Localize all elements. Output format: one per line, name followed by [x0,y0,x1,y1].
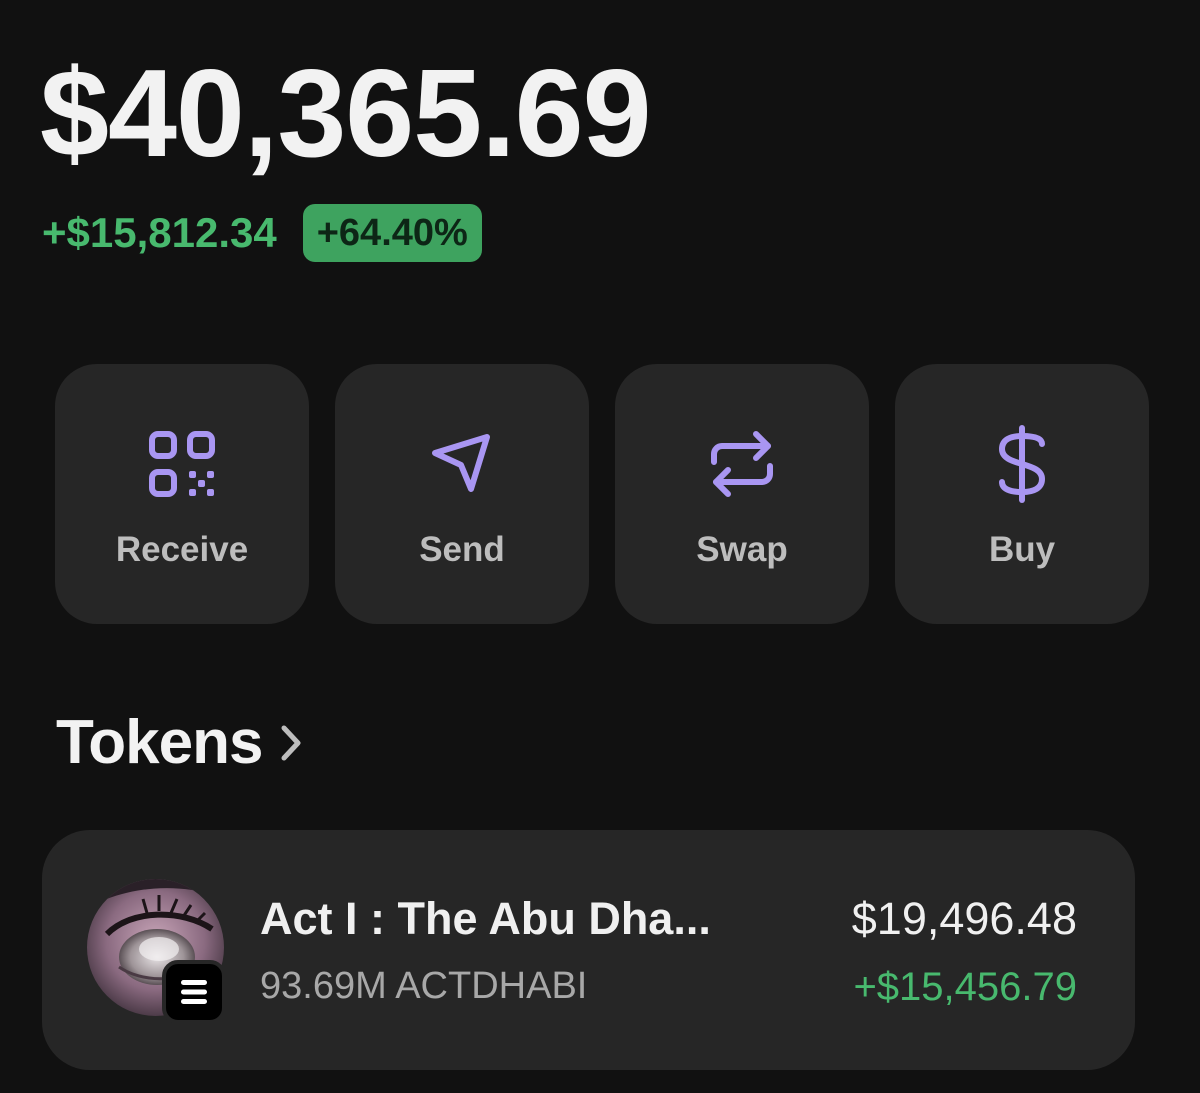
token-amount: 93.69M ACTDHABI [260,965,588,1007]
swap-arrows-icon [702,424,782,504]
send-arrow-icon [422,424,502,504]
token-row[interactable]: Act I : The Abu Dha... 93.69M ACTDHABI $… [42,830,1135,1070]
solana-icon [162,960,226,1024]
chevron-right-icon [280,724,302,762]
action-buttons: Receive Send Swap Buy [55,364,1149,624]
send-button[interactable]: Send [335,364,589,624]
swap-label: Swap [696,530,788,569]
qr-code-icon [142,424,222,504]
buy-button[interactable]: Buy [895,364,1149,624]
portfolio-change-percent-badge: +64.40% [302,204,482,262]
tokens-section-title: Tokens [56,708,263,777]
receive-button[interactable]: Receive [55,364,309,624]
token-name: Act I : The Abu Dha... [260,893,711,944]
token-change: +$15,456.79 [853,965,1077,1009]
portfolio-change-amount: +$15,812.34 [42,209,277,256]
swap-button[interactable]: Swap [615,364,869,624]
portfolio-balance: $40,365.69 [40,45,652,183]
portfolio-change-row: +$15,812.34 +64.40% [42,204,482,262]
tokens-section-header[interactable]: Tokens [56,712,302,774]
buy-label: Buy [988,530,1056,569]
receive-label: Receive [115,530,249,569]
send-label: Send [419,530,505,569]
dollar-icon [982,424,1062,504]
token-value: $19,496.48 [851,893,1077,944]
